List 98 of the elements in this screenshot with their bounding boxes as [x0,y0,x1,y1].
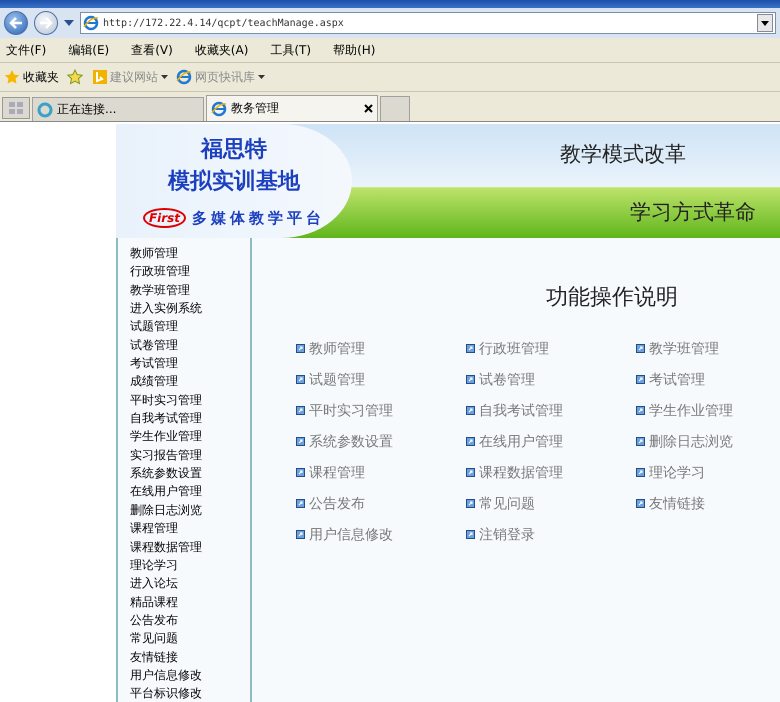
sidebar-link[interactable]: 精品课程 [130,592,250,611]
menu-item[interactable]: 工具(T) [270,42,312,58]
sidebar-link[interactable]: 课程数据管理 [130,538,250,556]
add-favorite-icon[interactable] [67,69,85,85]
sidebar-link[interactable]: 实习报告管理 [130,446,250,464]
link-arrow-icon [636,374,645,384]
slogan: 教学模式改革 [560,141,686,168]
link-arrow-icon [296,530,305,538]
sidebar-link[interactable]: 行政班管理 [130,262,250,281]
function-link[interactable]: 理论学习 [636,462,776,482]
sidebar-link[interactable]: 教学班管理 [130,280,250,300]
brand-name: 福思特 [201,136,267,164]
link-arrow-icon [296,468,305,476]
link-arrow-icon [296,406,305,414]
sidebar-link[interactable]: 在线用户管理 [130,482,250,501]
menu-item[interactable]: 收藏夹(A) [194,42,248,58]
function-link[interactable]: 考试管理 [636,369,776,389]
link-arrow-icon [466,374,475,384]
link-arrow-icon [466,530,475,538]
link-arrow-icon [636,406,645,414]
link-arrow-icon [296,374,305,384]
page-title: 功能操作说明 [546,284,679,312]
close-icon[interactable] [364,104,373,113]
sidebar-link[interactable]: 友情链接 [130,648,250,666]
function-link[interactable]: 试卷管理 [466,369,636,389]
link-arrow-icon [296,498,305,508]
menu-item[interactable]: 帮助(H) [333,42,376,58]
function-link[interactable]: 平时实习管理 [296,400,466,420]
sidebar-link[interactable]: 成绩管理 [130,372,250,391]
forward-button[interactable] [34,11,58,35]
sidebar-link[interactable]: 删除日志浏览 [130,500,250,520]
link-arrow-icon [466,436,475,446]
browser-icon [176,69,192,85]
sidebar-link[interactable]: 进入实例系统 [130,299,250,318]
function-link[interactable]: 注销登录 [466,524,636,544]
function-link[interactable]: 试题管理 [296,369,466,389]
function-link[interactable]: 在线用户管理 [466,431,636,451]
menu-item[interactable]: 文件(F) [6,42,46,58]
sidebar-link[interactable]: 进入论坛 [130,574,250,593]
link-arrow-icon [636,498,645,508]
link-arrow-icon [466,344,475,352]
sidebar-link[interactable]: 用户信息修改 [130,666,250,684]
sidebar-link[interactable]: 教师管理 [130,244,250,262]
sidebar-link[interactable]: 自我考试管理 [130,409,250,428]
sidebar-link[interactable]: 常见问题 [130,629,250,648]
link-arrow-icon [466,468,475,476]
function-link[interactable]: 删除日志浏览 [636,431,776,451]
link-arrow-icon [466,498,475,508]
base-name: 模拟实训基地 [168,168,300,196]
browser-tab[interactable]: 教务管理 [206,95,378,121]
slogan: 学习方式革命 [630,199,756,226]
favorites-button[interactable]: 收藏夹 [4,68,59,86]
link-arrow-icon [296,344,305,352]
back-button[interactable] [4,11,28,35]
function-link[interactable]: 自我考试管理 [466,400,636,420]
address-field[interactable]: http://172.22.4.14/qcpt/teachManage.aspx [80,12,776,34]
logo: First [142,208,186,228]
sidebar-link[interactable]: 学生作业管理 [130,427,250,446]
sidebar-link[interactable]: 考试管理 [130,354,250,372]
sidebar-link[interactable]: 平时实习管理 [130,390,250,410]
sidebar-link[interactable]: 系统参数设置 [130,464,250,482]
sidebar-link[interactable]: 试题管理 [130,317,250,336]
sidebar-link[interactable]: 平台标识修改 [130,684,250,702]
function-link[interactable]: 公告发布 [296,493,466,513]
link-arrow-icon [636,468,645,476]
back-arrow-icon [9,17,23,29]
platform-name: 多媒体教学平台 [192,208,326,228]
function-link[interactable]: 教师管理 [296,338,466,358]
bing-icon [93,70,107,84]
star-icon [4,69,20,85]
sidebar-link[interactable]: 试卷管理 [130,336,250,354]
dropdown-icon[interactable] [761,20,769,26]
function-link[interactable]: 友情链接 [636,493,776,513]
browser-tab[interactable]: 正在连接... [32,97,204,121]
function-link[interactable]: 课程数据管理 [466,462,636,482]
function-link[interactable]: 课程管理 [296,462,466,482]
function-link[interactable]: 行政班管理 [466,338,636,358]
link-arrow-icon [636,436,645,446]
sidebar-link[interactable]: 理论学习 [130,556,250,574]
link-arrow-icon [296,436,305,446]
loading-icon [37,102,53,118]
page-icon [211,100,227,116]
caret-icon [161,75,168,79]
link-arrow-icon [636,344,645,352]
sidebar-link[interactable]: 课程管理 [130,519,250,538]
function-link[interactable]: 教学班管理 [636,338,776,358]
page-icon [83,15,99,31]
link-arrow-icon [466,406,475,414]
menu-item[interactable]: 查看(V) [131,42,173,58]
function-link[interactable]: 常见问题 [466,493,636,513]
function-link[interactable]: 学生作业管理 [636,400,776,420]
dropdown-icon[interactable] [64,20,74,26]
function-link[interactable]: 系统参数设置 [296,431,466,451]
function-link[interactable]: 用户信息修改 [296,524,466,544]
forward-arrow-icon [39,17,53,29]
caret-icon [258,75,265,79]
menu-item[interactable]: 编辑(E) [68,42,110,58]
sidebar-link[interactable]: 公告发布 [130,610,250,630]
